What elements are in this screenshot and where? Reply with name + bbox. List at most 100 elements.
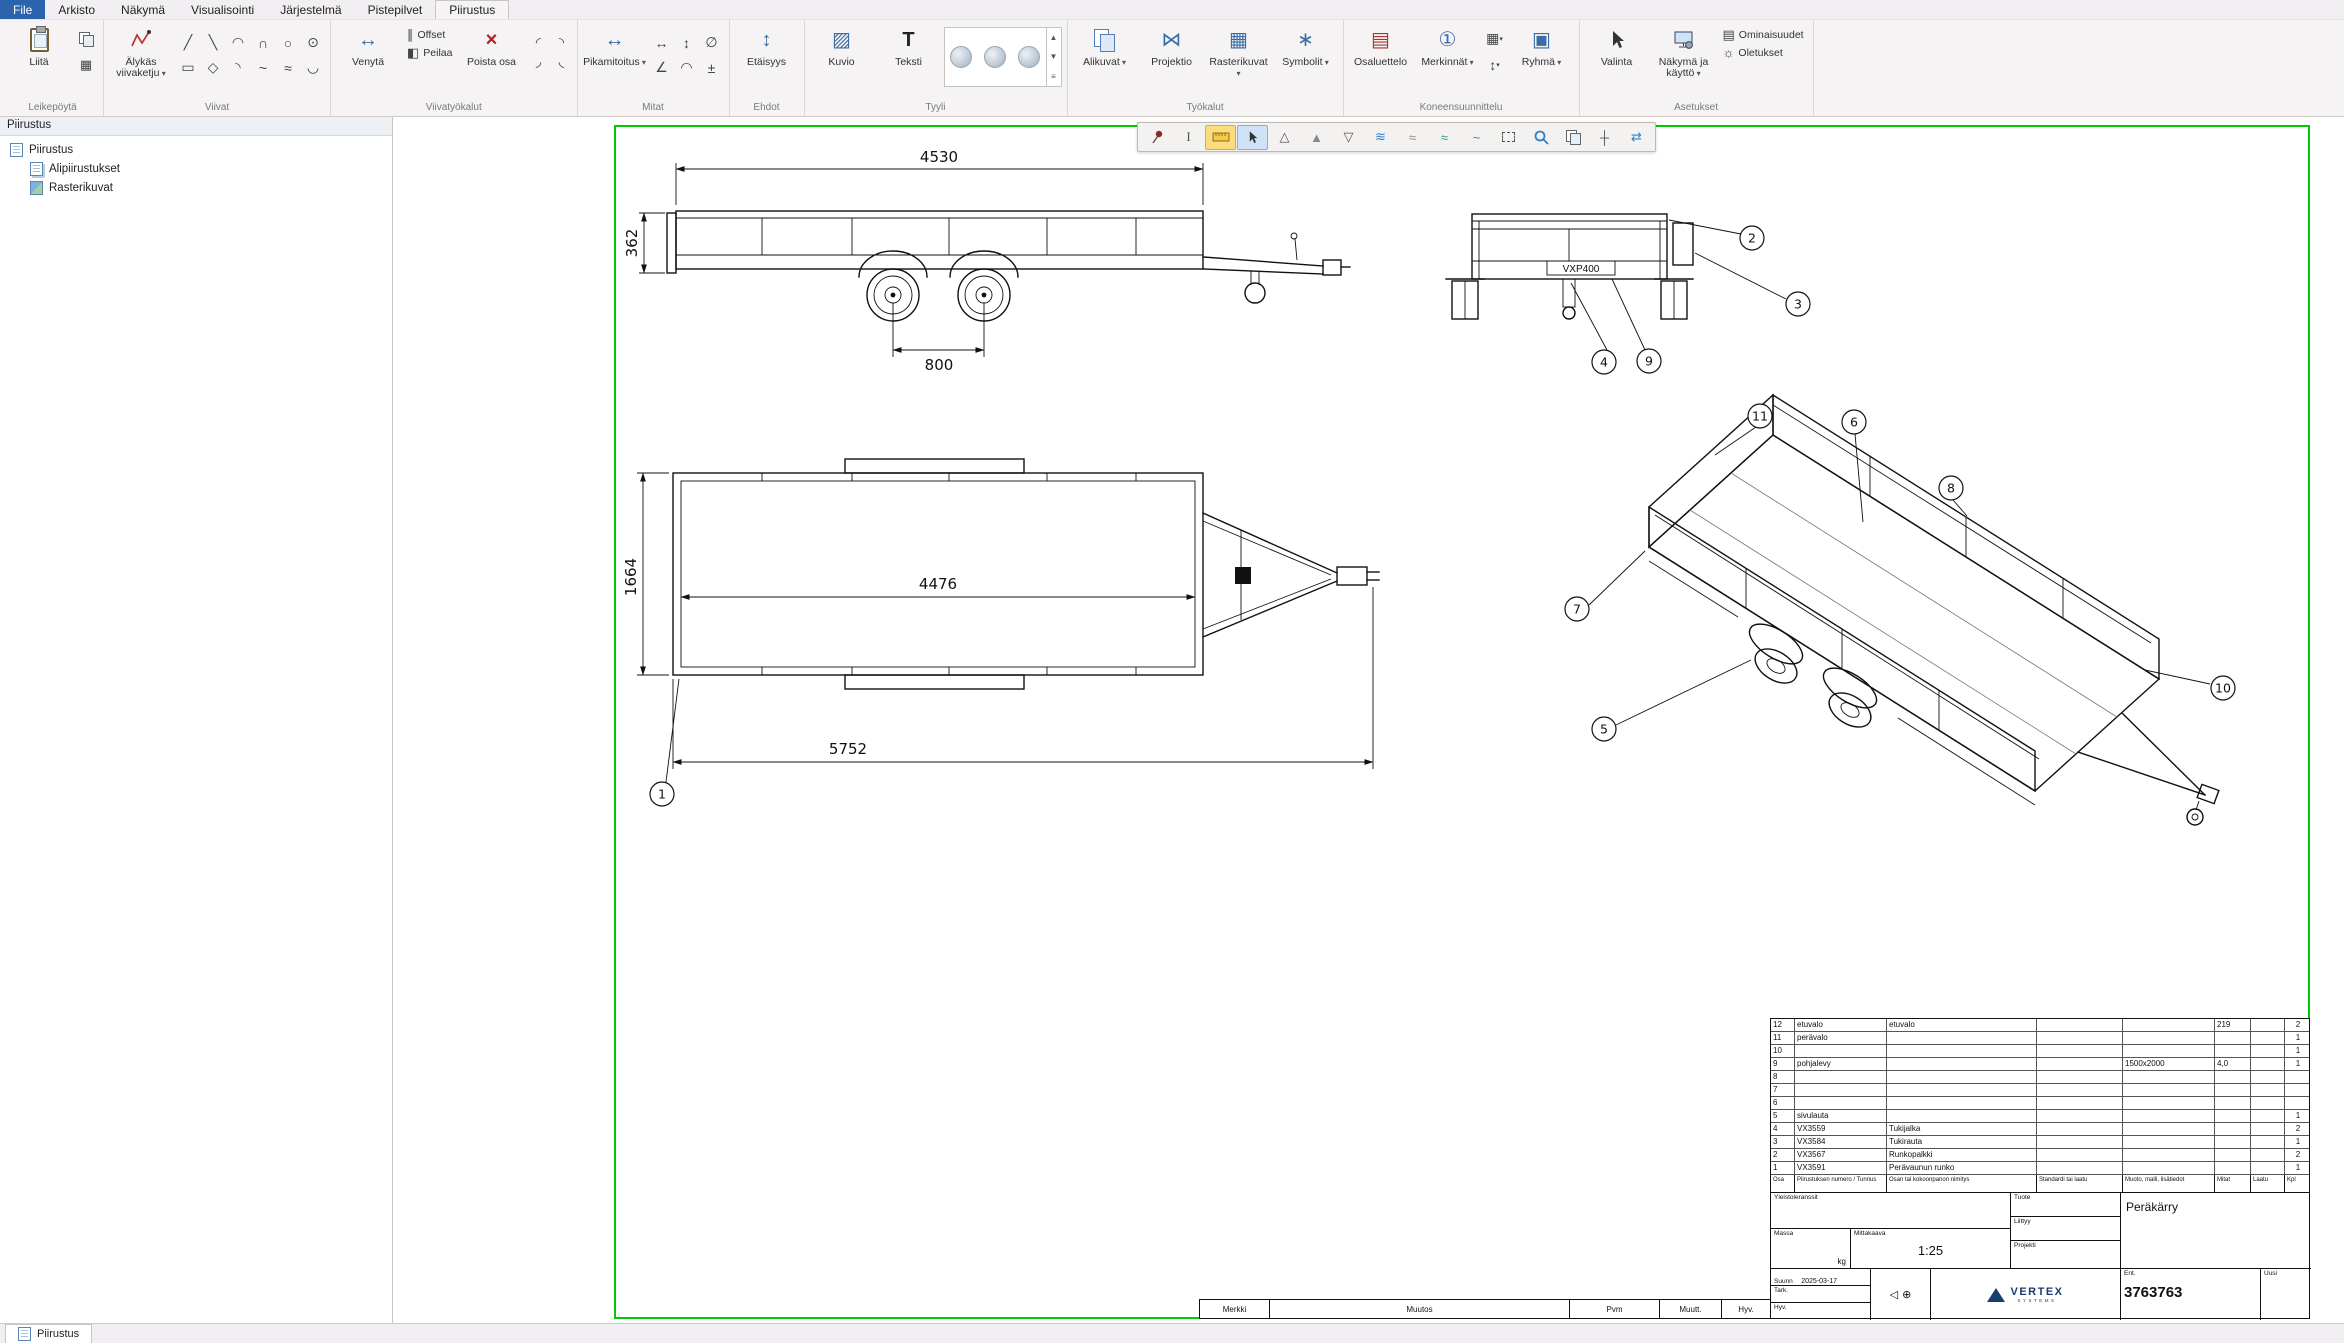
dim-tolerance-icon[interactable]: ± — [700, 56, 724, 79]
freehand-tool-icon[interactable]: ≈ — [276, 56, 300, 79]
menu-tab-piirustus[interactable]: Piirustus — [435, 0, 509, 19]
fillet-tool-icon[interactable]: ◝ — [226, 56, 250, 79]
dim-horizontal-icon[interactable]: ↔ — [650, 31, 674, 54]
revision-strip: Merkki Muutos Pvm Muutt. Hyv. — [1199, 1299, 1770, 1319]
gallery-scroll-down-button[interactable]: ▼ — [1047, 47, 1061, 66]
style-swatch-1[interactable] — [950, 46, 972, 68]
menu-tab-visualisointi[interactable]: Visualisointi — [178, 0, 267, 19]
polygon-tool-icon[interactable]: ◇ — [201, 56, 225, 79]
gallery-more-button[interactable]: ≡ — [1047, 67, 1061, 86]
parts-list-icon: ▤ — [1371, 30, 1390, 50]
poista-osa-button[interactable]: × Poista osa — [460, 21, 524, 97]
kuvio-button[interactable]: ▨ Kuvio — [810, 21, 874, 97]
arc3-tool-icon[interactable]: ∩ — [251, 31, 275, 54]
projection-symbol: ◁⊕ — [1874, 1270, 1927, 1319]
ribbon-group-label: Viivatyökalut — [336, 101, 572, 116]
pikamitoitus-button[interactable]: ↔ Pikamitoitus — [583, 21, 647, 97]
circle-center-tool-icon[interactable]: ⊙ — [301, 31, 325, 54]
menu-tab-jarjestelma[interactable]: Järjestelmä — [267, 0, 354, 19]
menu-tab-pistepilvet[interactable]: Pistepilvet — [355, 0, 436, 19]
style-swatch-3[interactable] — [1018, 46, 1040, 68]
style-swatch-2[interactable] — [984, 46, 1006, 68]
annotation-sort-button[interactable]: ↕▾ — [1483, 53, 1507, 76]
spline-tool-icon[interactable]: ~ — [251, 56, 275, 79]
raster-image-icon — [30, 181, 43, 195]
dim-vertical-icon[interactable]: ↕ — [675, 31, 699, 54]
projektio-button[interactable]: ⋈ Projektio — [1140, 21, 1204, 97]
offset-button[interactable]: ∥ Offset — [403, 27, 457, 42]
nakyma-ja-kaytto-button[interactable]: Näkymä ja käyttö — [1652, 21, 1716, 97]
liita-button[interactable]: Liitä — [7, 21, 71, 97]
pin-icon[interactable] — [1141, 125, 1172, 150]
alykas-viivaketju-button[interactable]: Älykäs viivaketju — [109, 21, 173, 97]
raster-images-icon: ▦ — [1229, 30, 1248, 50]
statusbar-tab-piirustus[interactable]: Piirustus — [5, 1324, 92, 1343]
measure-ruler-icon[interactable] — [1205, 125, 1236, 150]
curve-icon[interactable]: ~ — [1461, 125, 1492, 150]
line-tool-icon[interactable]: ╱ — [176, 31, 200, 54]
ribbon-group-tyokalut: Alikuvat ⋈ Projektio ▦ Rasterikuvat ∗ Sy… — [1068, 20, 1344, 116]
valinta-button[interactable]: Valinta — [1585, 21, 1649, 97]
ribbon-group-ehdot: ↕ Etäisyys Ehdot — [730, 20, 805, 116]
subdrawings-icon — [30, 162, 43, 176]
parts-row: 10 1 — [1771, 1045, 2309, 1058]
duplicate-view-icon[interactable] — [1557, 125, 1588, 150]
dim-radius-icon[interactable]: ◠ — [675, 56, 699, 79]
select-cursor-icon[interactable] — [1237, 125, 1268, 150]
ribbon-group-tyyli: ▨ Kuvio T Teksti ▲ ▼ ≡ — [805, 20, 1068, 116]
circle-tool-icon[interactable]: ○ — [276, 31, 300, 54]
tree-root-piirustus[interactable]: Piirustus — [2, 140, 390, 159]
drawing-canvas-area[interactable]: 4530 — [393, 117, 2344, 1323]
svg-text:4: 4 — [1600, 355, 1608, 370]
copy-button[interactable] — [74, 27, 98, 50]
iso-view: 11 6 8 7 5 10 — [1565, 395, 2235, 825]
osaluettelo-button[interactable]: ▤ Osaluettelo — [1349, 21, 1413, 97]
chamfer-corner-icon[interactable]: ◟ — [550, 50, 574, 73]
tree-item-alipiirustukset[interactable]: Alipiirustukset — [2, 159, 390, 178]
ryhma-button[interactable]: ▣ Ryhmä — [1510, 21, 1574, 97]
vertex-logo: VERTEX SYSTEMS — [1934, 1270, 2117, 1319]
dim-angle-icon[interactable]: ∠ — [650, 56, 674, 79]
venyta-button[interactable]: ↔ Venytä — [336, 21, 400, 97]
zoom-icon[interactable] — [1525, 125, 1556, 150]
teksti-button[interactable]: T Teksti — [877, 21, 941, 97]
swap-arrows-icon[interactable]: ⇄ — [1621, 125, 1652, 150]
dim-362: 362 — [623, 229, 641, 258]
sidebar: Piirustus Piirustus Alipiirustukset Rast… — [0, 117, 393, 1323]
fillet-corner-icon[interactable]: ◞ — [527, 50, 551, 73]
shaded-triangle-icon[interactable]: ▲ — [1301, 125, 1332, 150]
oletukset-button[interactable]: ☼ Oletukset — [1719, 45, 1808, 60]
etaisyys-button[interactable]: ↕ Etäisyys — [735, 21, 799, 97]
edit-dimension-icon[interactable]: I — [1173, 125, 1204, 150]
triangle-icon[interactable]: △ — [1269, 125, 1300, 150]
parts-row: 11 perävalo 1 — [1771, 1032, 2309, 1045]
revision-pvm: Pvm — [1570, 1300, 1660, 1318]
annotation-table-button[interactable]: ▦▾ — [1483, 27, 1507, 50]
rasterikuvat-button[interactable]: ▦ Rasterikuvat — [1207, 21, 1271, 97]
ribbon-group-asetukset: Valinta Näkymä ja käyttö ▤ Ominaisuudet … — [1580, 20, 1814, 116]
drawing-number: 3763763 — [2124, 1284, 2257, 1301]
menu-tab-nakyma[interactable]: Näkymä — [108, 0, 178, 19]
filter-icon[interactable]: ▽ — [1333, 125, 1364, 150]
symbolit-button[interactable]: ∗ Symbolit — [1274, 21, 1338, 97]
menu-tab-arkisto[interactable]: Arkisto — [45, 0, 108, 19]
merkinnat-button[interactable]: ① Merkinnät — [1416, 21, 1480, 97]
surface-wave-icon[interactable]: ≈ — [1429, 125, 1460, 150]
menu-tab-file[interactable]: File — [0, 0, 45, 19]
gallery-scroll-up-button[interactable]: ▲ — [1047, 28, 1061, 47]
dim-diameter-icon[interactable]: ∅ — [700, 31, 724, 54]
tree-item-rasterikuvat[interactable]: Rasterikuvat — [2, 178, 390, 197]
designer-label: Suunn — [1774, 1278, 1793, 1285]
selection-box-icon[interactable] — [1493, 125, 1524, 150]
polyline-tool-icon[interactable]: ╲ — [201, 31, 225, 54]
ominaisuudet-button[interactable]: ▤ Ominaisuudet — [1719, 27, 1808, 42]
snap-axis-icon[interactable]: ┼ — [1589, 125, 1620, 150]
alikuvat-button[interactable]: Alikuvat — [1073, 21, 1137, 97]
rect-tool-icon[interactable]: ▭ — [176, 56, 200, 79]
arc-tool-icon[interactable]: ◠ — [226, 31, 250, 54]
paste-special-button[interactable]: ▦ — [74, 53, 98, 76]
peilaa-button[interactable]: ◧ Peilaa — [403, 45, 457, 60]
ellipse-tool-icon[interactable]: ◡ — [301, 56, 325, 79]
layers-active-icon[interactable]: ≋ — [1365, 125, 1396, 150]
layers-icon[interactable]: ≈ — [1397, 125, 1428, 150]
